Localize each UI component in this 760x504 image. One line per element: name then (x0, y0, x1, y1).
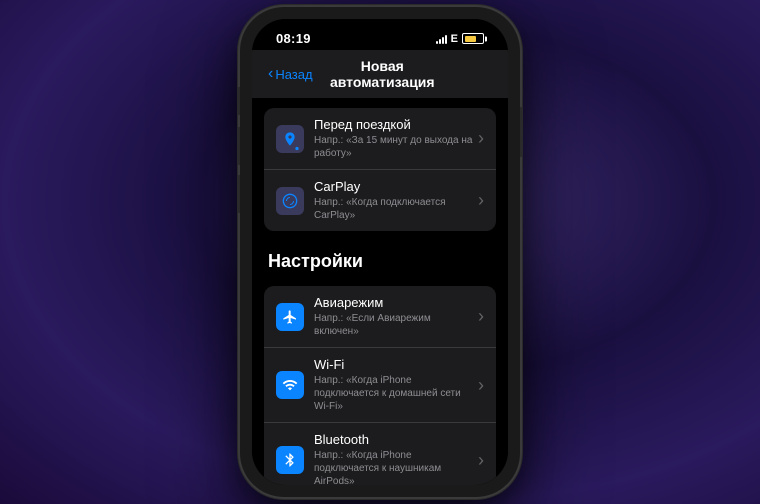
list-item[interactable]: Авиарежим Напр.: «Если Авиарежим включен… (264, 286, 496, 348)
list-item[interactable]: Wi-Fi Напр.: «Когда iPhone подключается … (264, 348, 496, 423)
airplane-subtitle: Напр.: «Если Авиарежим включен» (314, 312, 474, 338)
signal-icon (436, 34, 447, 44)
volume-up-button (237, 127, 240, 165)
carplay-chevron-icon (478, 190, 484, 211)
status-icons: E (436, 33, 484, 45)
carplay-content: CarPlay Напр.: «Когда подключается CarPl… (314, 179, 474, 222)
before-trip-icon (276, 125, 304, 153)
power-button (520, 107, 523, 157)
carplay-subtitle: Напр.: «Когда подключается CarPlay» (314, 196, 474, 222)
phone-device: 08:19 E ‹ Назад Новая автоматизация (240, 7, 520, 497)
battery-icon (462, 33, 484, 44)
before-trip-subtitle: Напр.: «За 15 минут до выхода на работу» (314, 134, 474, 160)
bluetooth-subtitle: Напр.: «Когда iPhone подключается к науш… (314, 449, 474, 485)
bluetooth-chevron-icon (478, 450, 484, 471)
wifi-icon (276, 371, 304, 399)
navigation-bar: ‹ Назад Новая автоматизация (252, 50, 508, 98)
volume-down-button (237, 175, 240, 213)
list-item[interactable]: Перед поездкой Напр.: «За 15 минут до вы… (264, 108, 496, 170)
airplane-title: Авиарежим (314, 295, 474, 310)
status-time: 08:19 (276, 31, 311, 46)
before-trip-chevron-icon (478, 128, 484, 149)
battery-fill (465, 36, 476, 42)
airplane-chevron-icon (478, 306, 484, 327)
mute-button (237, 87, 240, 115)
before-trip-content: Перед поездкой Напр.: «За 15 минут до вы… (314, 117, 474, 160)
bluetooth-icon (276, 446, 304, 474)
top-section-list: Перед поездкой Напр.: «За 15 минут до вы… (264, 108, 496, 231)
phone-screen: 08:19 E ‹ Назад Новая автоматизация (252, 19, 508, 485)
carplay-icon (276, 187, 304, 215)
wifi-content: Wi-Fi Напр.: «Когда iPhone подключается … (314, 357, 474, 413)
wifi-title: Wi-Fi (314, 357, 474, 372)
bluetooth-content: Bluetooth Напр.: «Когда iPhone подключае… (314, 432, 474, 485)
before-trip-title: Перед поездкой (314, 117, 474, 132)
wifi-subtitle: Напр.: «Когда iPhone подключается к дома… (314, 374, 474, 413)
chevron-back-icon: ‹ (268, 65, 273, 83)
carrier-label: E (451, 33, 458, 45)
notch (330, 19, 430, 43)
screen-content: Перед поездкой Напр.: «За 15 минут до вы… (252, 98, 508, 485)
settings-section-header: Настройки (252, 239, 508, 278)
settings-section-list: Авиарежим Напр.: «Если Авиарежим включен… (264, 286, 496, 485)
airplane-icon (276, 303, 304, 331)
back-button[interactable]: ‹ Назад (268, 65, 313, 83)
page-title: Новая автоматизация (313, 58, 452, 90)
list-item[interactable]: CarPlay Напр.: «Когда подключается CarPl… (264, 170, 496, 231)
back-label: Назад (275, 67, 312, 82)
list-item[interactable]: Bluetooth Напр.: «Когда iPhone подключае… (264, 423, 496, 485)
airplane-content: Авиарежим Напр.: «Если Авиарежим включен… (314, 295, 474, 338)
bluetooth-title: Bluetooth (314, 432, 474, 447)
wifi-chevron-icon (478, 375, 484, 396)
carplay-title: CarPlay (314, 179, 474, 194)
